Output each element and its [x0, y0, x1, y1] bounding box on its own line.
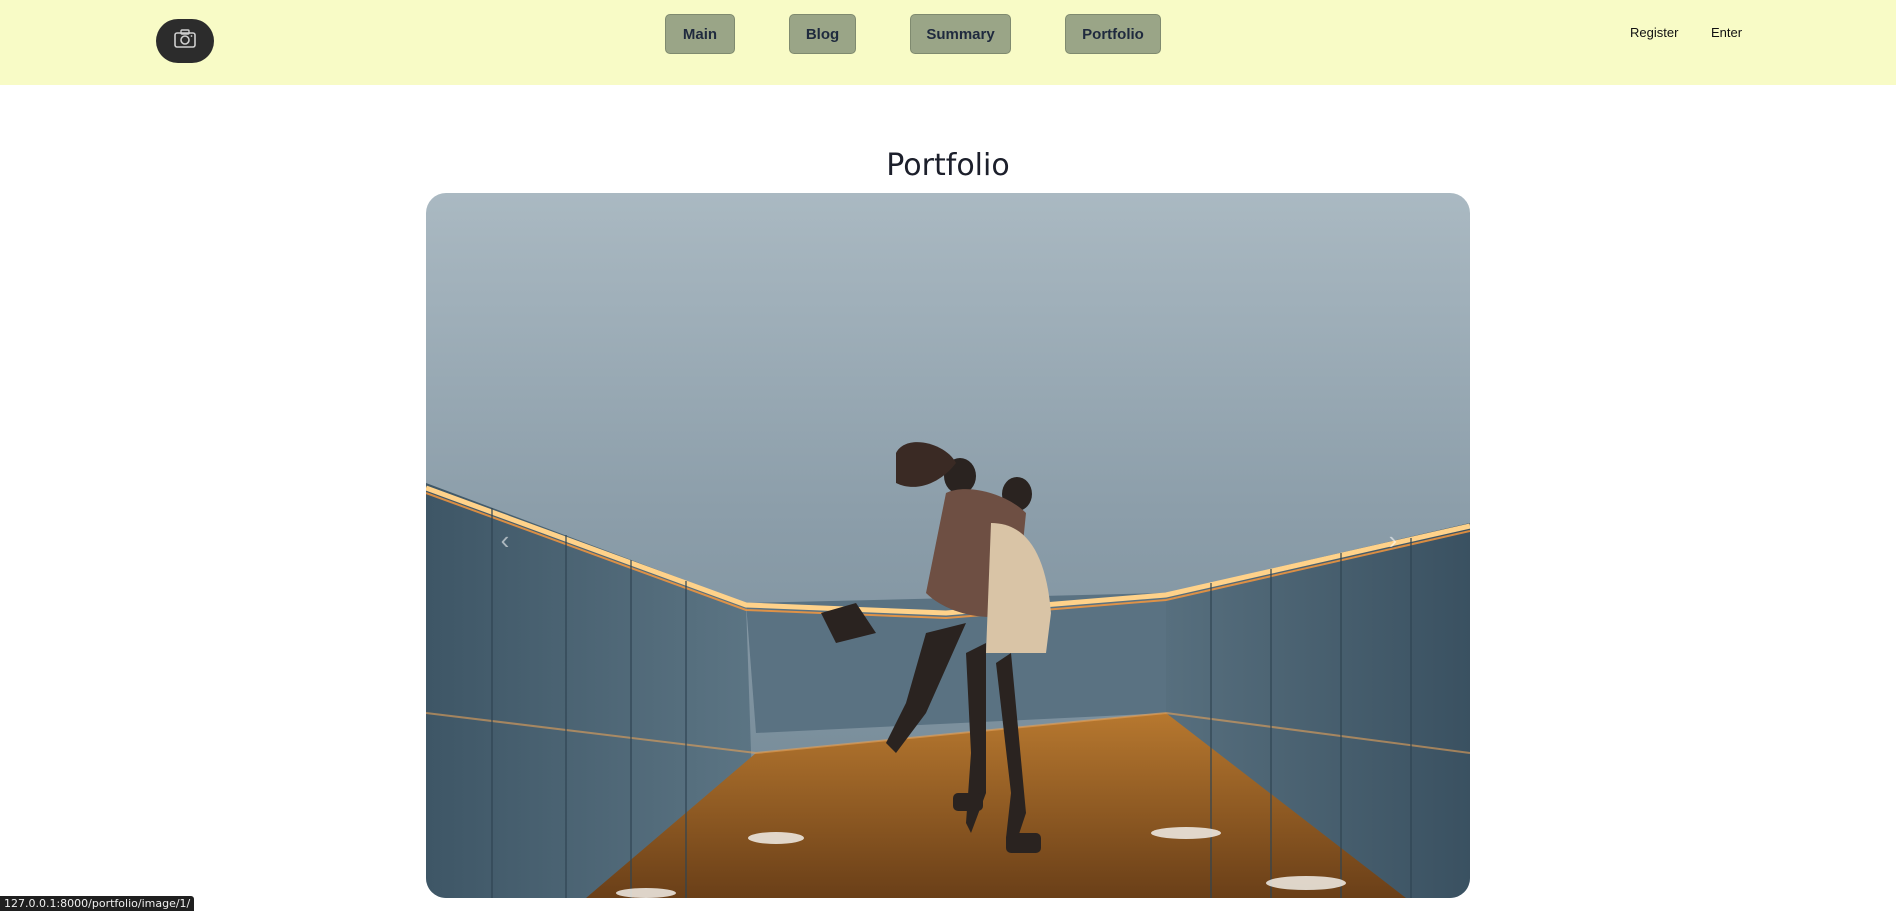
carousel-prev-button[interactable]: ‹ [490, 520, 520, 560]
portfolio-carousel [426, 193, 1470, 898]
nav-main-button[interactable]: Main [665, 14, 735, 54]
navbar: Main Blog Summary Portfolio Register Ent… [0, 0, 1896, 85]
enter-link[interactable]: Enter [1711, 25, 1742, 40]
chevron-left-icon: ‹ [500, 524, 510, 555]
portfolio-photo [426, 193, 1470, 898]
carousel-next-button[interactable]: › [1378, 520, 1408, 560]
nav-portfolio-button[interactable]: Portfolio [1065, 14, 1161, 54]
nav-summary-button[interactable]: Summary [910, 14, 1011, 54]
camera-icon [173, 28, 197, 55]
logo-button[interactable] [156, 19, 214, 63]
chevron-right-icon: › [1388, 524, 1398, 555]
register-link[interactable]: Register [1630, 25, 1678, 40]
page-title: Portfolio [886, 148, 1010, 183]
status-bar-url: 127.0.0.1:8000/portfolio/image/1/ [0, 896, 195, 911]
nav-blog-button[interactable]: Blog [789, 14, 856, 54]
